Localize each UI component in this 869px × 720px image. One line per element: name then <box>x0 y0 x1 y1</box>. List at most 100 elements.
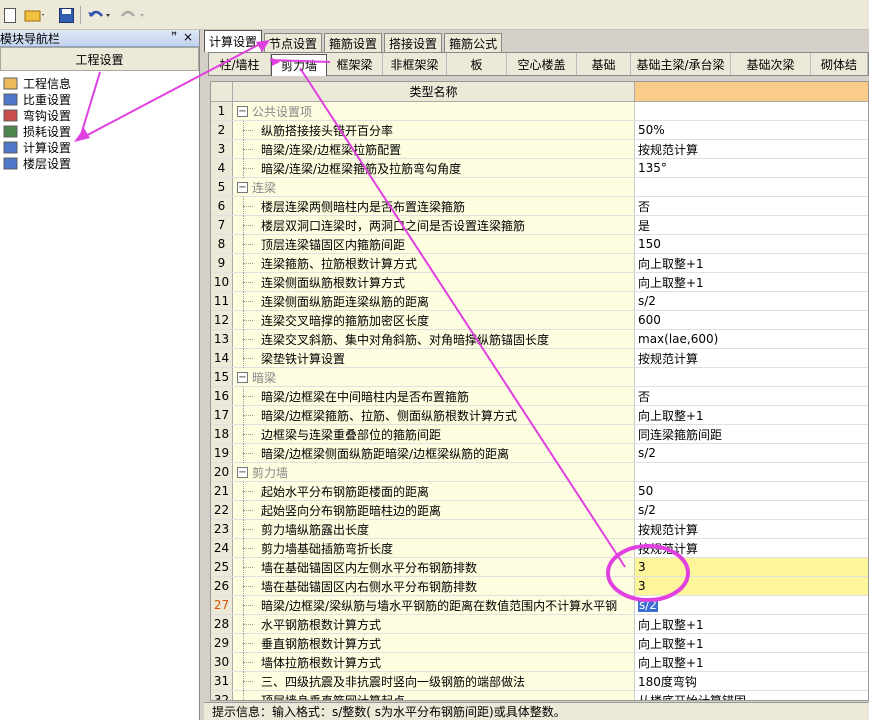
tab-sub-6[interactable]: 空心楼盖 <box>507 53 577 75</box>
table-row[interactable]: 30 墙体拉筋根数计算方式 向上取整+1 <box>211 653 868 672</box>
new-file-icon[interactable] <box>2 6 18 24</box>
close-icon[interactable]: × <box>183 30 193 44</box>
setting-value-cell[interactable]: s/2 <box>635 292 868 310</box>
table-row[interactable]: 14 梁垫铁计算设置 按规范计算 <box>211 349 868 368</box>
setting-value-cell[interactable]: 向上取整+1 <box>635 254 868 272</box>
tab-sub-5[interactable]: 板 <box>447 53 507 75</box>
tab-top-4[interactable]: 搭接设置 <box>384 33 443 52</box>
table-row[interactable]: 18 边框梁与连梁重叠部位的箍筋间距 同连梁箍筋间距 <box>211 425 868 444</box>
setting-value-cell[interactable]: 向上取整+1 <box>635 406 868 424</box>
setting-value-cell[interactable]: 3 <box>635 577 868 595</box>
table-row[interactable]: 5− 连梁 <box>211 178 868 197</box>
table-row[interactable]: 10 连梁侧面纵筋根数计算方式 向上取整+1 <box>211 273 868 292</box>
section-project-settings[interactable]: 工程设置 <box>0 47 199 71</box>
setting-value-cell[interactable]: 从楼底开始计算锚固 <box>635 691 868 700</box>
setting-label: 暗梁/连梁/边框梁箍筋及拉筋弯勾角度 <box>261 161 462 176</box>
setting-value-cell[interactable]: 向上取整+1 <box>635 273 868 291</box>
table-row[interactable]: 27 暗梁/边框梁/梁纵筋与墙水平钢筋的距离在数值范围内不计算水平钢 s/2 <box>211 596 868 615</box>
setting-value-cell[interactable]: 同连梁箍筋间距 <box>635 425 868 443</box>
table-row[interactable]: 17 暗梁/边框梁箍筋、拉筋、侧面纵筋根数计算方式 向上取整+1 <box>211 406 868 425</box>
row-number: 3 <box>211 140 233 158</box>
collapse-icon[interactable]: − <box>237 371 248 383</box>
table-row[interactable]: 21 起始水平分布钢筋距楼面的距离 50 <box>211 482 868 501</box>
setting-value-cell[interactable]: 否 <box>635 197 868 215</box>
table-row[interactable]: 20− 剪力墙 <box>211 463 868 482</box>
setting-value-cell[interactable]: 向上取整+1 <box>635 653 868 671</box>
setting-value-cell[interactable]: 按规范计算 <box>635 520 868 538</box>
setting-value-cell[interactable]: 向上取整+1 <box>635 615 868 633</box>
setting-value-cell[interactable]: 3 <box>635 558 868 576</box>
table-row[interactable]: 9 连梁箍筋、拉筋根数计算方式 向上取整+1 <box>211 254 868 273</box>
table-row[interactable]: 8 顶层连梁锚固区内箍筋间距 150 <box>211 235 868 254</box>
undo-icon[interactable] <box>86 6 112 24</box>
table-row[interactable]: 3 暗梁/连梁/边框梁拉筋配置 按规范计算 <box>211 140 868 159</box>
nav-item-1[interactable]: 工程信息 <box>0 75 199 91</box>
nav-item-5[interactable]: 计算设置 <box>0 139 199 155</box>
setting-value-cell[interactable]: 135° <box>635 159 868 177</box>
tab-sub-2[interactable]: 剪力墙 <box>271 54 327 76</box>
tab-top-5[interactable]: 箍筋公式 <box>444 33 503 52</box>
table-row[interactable]: 11 连梁侧面纵筋距连梁纵筋的距离 s/2 <box>211 292 868 311</box>
tab-sub-7[interactable]: 基础 <box>577 53 631 75</box>
table-row[interactable]: 23 剪力墙纵筋露出长度 按规范计算 <box>211 520 868 539</box>
tab-top-3[interactable]: 箍筋设置 <box>324 33 383 52</box>
table-row[interactable]: 2 纵筋搭接接头错开百分率 50% <box>211 121 868 140</box>
nav-item-6[interactable]: 楼层设置 <box>0 155 199 171</box>
setting-value-cell[interactable]: s/2 <box>635 501 868 519</box>
tab-sub-8[interactable]: 基础主梁/承台梁 <box>631 53 731 75</box>
setting-name-cell: 剪力墙基础插筋弯折长度 <box>233 539 635 558</box>
table-row[interactable]: 15− 暗梁 <box>211 368 868 387</box>
table-row[interactable]: 19 暗梁/边框梁侧面纵筋距暗梁/边框梁纵筋的距离 s/2 <box>211 444 868 463</box>
setting-value-cell[interactable]: max(lae,600) <box>635 330 868 348</box>
collapse-icon[interactable]: − <box>237 181 248 193</box>
table-row[interactable]: 1− 公共设置项 <box>211 102 868 121</box>
nav-item-2[interactable]: 比重设置 <box>0 91 199 107</box>
setting-value-cell[interactable]: s/2 <box>635 444 868 462</box>
setting-value-cell[interactable]: 是 <box>635 216 868 234</box>
table-row[interactable]: 13 连梁交叉斜筋、集中对角斜筋、对角暗撑纵筋锚固长度 max(lae,600) <box>211 330 868 349</box>
setting-value-cell[interactable]: 向上取整+1 <box>635 634 868 652</box>
tab-top-2[interactable]: 节点设置 <box>264 33 323 52</box>
table-row[interactable]: 16 暗梁/边框梁在中间暗柱内是否布置箍筋 否 <box>211 387 868 406</box>
setting-label: 起始竖向分布钢筋距暗柱边的距离 <box>261 503 442 518</box>
save-icon[interactable] <box>58 6 74 24</box>
setting-label: 垂直钢筋根数计算方式 <box>261 636 382 651</box>
table-row[interactable]: 31 三、四级抗震及非抗震时竖向一级钢筋的端部做法 180度弯钩 <box>211 672 868 691</box>
open-folder-icon[interactable] <box>24 6 46 24</box>
tab-sub-3[interactable]: 框架梁 <box>327 53 383 75</box>
setting-value-cell[interactable]: 50% <box>635 121 868 139</box>
table-row[interactable]: 32 顶层墙身垂直筋网计算起点 从楼底开始计算锚固 <box>211 691 868 700</box>
setting-value-cell[interactable]: 否 <box>635 387 868 405</box>
table-row[interactable]: 6 楼层连梁两侧暗柱内是否布置连梁箍筋 否 <box>211 197 868 216</box>
setting-value-cell[interactable]: 180度弯钩 <box>635 672 868 690</box>
table-row[interactable]: 25 墙在基础锚固区内左侧水平分布钢筋排数 3 <box>211 558 868 577</box>
setting-value-cell[interactable]: 600 <box>635 311 868 329</box>
collapse-icon[interactable]: − <box>237 466 248 478</box>
table-row[interactable]: 24 剪力墙基础插筋弯折长度 按规范计算 <box>211 539 868 558</box>
table-row[interactable]: 28 水平钢筋根数计算方式 向上取整+1 <box>211 615 868 634</box>
redo-icon[interactable] <box>118 6 148 24</box>
tab-sub-9[interactable]: 基础次梁 <box>731 53 811 75</box>
setting-label: 楼层双洞口连梁时，两洞口之间是否设置连梁箍筋 <box>261 218 526 233</box>
table-row[interactable]: 7 楼层双洞口连梁时，两洞口之间是否设置连梁箍筋 是 <box>211 216 868 235</box>
setting-value-cell[interactable]: 按规范计算 <box>635 140 868 158</box>
panel-title: 模块导航栏 <box>0 31 61 46</box>
nav-item-4[interactable]: 损耗设置 <box>0 123 199 139</box>
tab-sub-1[interactable]: 柱/墙柱 <box>209 53 271 75</box>
table-row[interactable]: 22 起始竖向分布钢筋距暗柱边的距离 s/2 <box>211 501 868 520</box>
table-row[interactable]: 26 墙在基础锚固区内右侧水平分布钢筋排数 3 <box>211 577 868 596</box>
tab-top-1[interactable]: 计算设置 <box>204 30 263 52</box>
table-row[interactable]: 29 垂直钢筋根数计算方式 向上取整+1 <box>211 634 868 653</box>
collapse-icon[interactable]: − <box>237 105 248 117</box>
setting-value-cell[interactable]: s/2 <box>635 596 868 614</box>
setting-value-cell[interactable]: 50 <box>635 482 868 500</box>
nav-item-3[interactable]: 弯钩设置 <box>0 107 199 123</box>
table-row[interactable]: 4 暗梁/连梁/边框梁箍筋及拉筋弯勾角度 135° <box>211 159 868 178</box>
tab-sub-10[interactable]: 砌体结 <box>811 53 868 75</box>
setting-value-cell[interactable]: 按规范计算 <box>635 539 868 557</box>
table-row[interactable]: 12 连梁交叉暗撑的箍筋加密区长度 600 <box>211 311 868 330</box>
setting-value-cell[interactable]: 150 <box>635 235 868 253</box>
pin-icon[interactable]: ꟸ <box>171 31 177 42</box>
tab-sub-4[interactable]: 非框架梁 <box>383 53 447 75</box>
setting-value-cell[interactable]: 按规范计算 <box>635 349 868 367</box>
